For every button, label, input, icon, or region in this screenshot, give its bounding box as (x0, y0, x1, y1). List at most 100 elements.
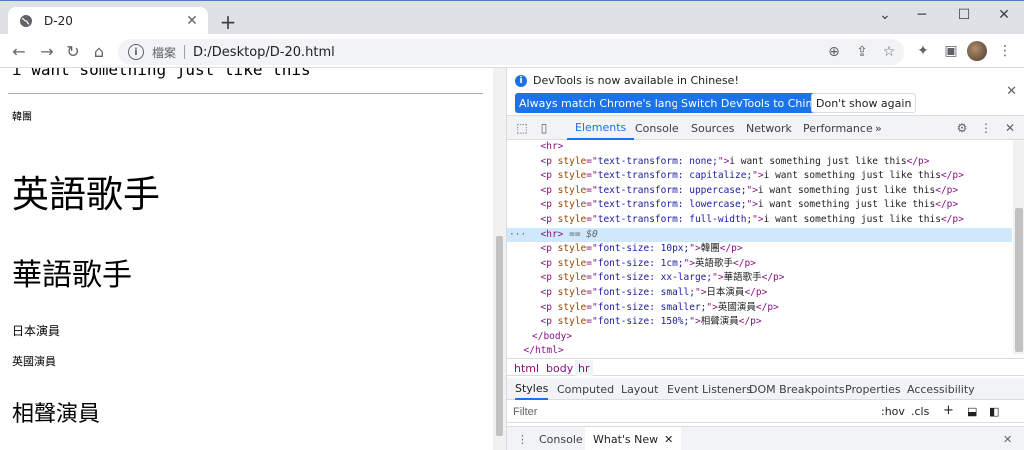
tab-computed[interactable]: Computed (557, 378, 614, 400)
sidepanel-icon[interactable]: ▣ (940, 40, 962, 62)
star-icon[interactable]: ☆ (878, 39, 900, 65)
devtools-drawer: ⋮ Console What's New ✕ ✕ (507, 426, 1024, 450)
dom-token-attr: style (557, 243, 587, 255)
kebab-icon[interactable]: ⋮ (977, 119, 995, 137)
minimize-icon[interactable]: ─ (902, 5, 942, 25)
tab-styles[interactable]: Styles (515, 378, 549, 400)
dom-node[interactable]: </body> (507, 330, 1012, 345)
dom-node[interactable]: <p style="font-size: smaller;">英國演員</p> (507, 301, 1012, 316)
breadcrumb-html[interactable]: html (511, 360, 542, 376)
infobar-message: i DevTools is now available in Chinese! (515, 74, 739, 87)
tab-elements[interactable]: Elements (567, 116, 635, 140)
more-tabs-icon[interactable]: » (875, 116, 882, 140)
back-icon[interactable]: ← (8, 40, 30, 62)
url-text[interactable]: D:/Desktop/D-20.html (193, 45, 335, 60)
gear-icon[interactable]: ⚙ (953, 119, 971, 137)
dom-node[interactable]: </html> (507, 344, 1012, 354)
dom-token-tag: <p (540, 272, 558, 284)
dom-token-tag: =" (586, 155, 598, 167)
page-line-4: 日本演員 (12, 324, 61, 338)
menu-icon[interactable]: ⋮ (994, 40, 1016, 62)
device-icon[interactable]: ▯ (535, 119, 553, 137)
divider (184, 45, 186, 59)
dom-node[interactable]: <p style="text-transform: lowercase;">i … (507, 198, 1012, 213)
tab-layout[interactable]: Layout (621, 378, 658, 400)
node-actions-icon[interactable]: ··· (509, 228, 526, 243)
dom-token-tag: "> (752, 170, 764, 182)
tab-sources[interactable]: Sources (691, 116, 735, 140)
dom-token-val: font-size: xx-large; (597, 272, 713, 284)
home-icon[interactable]: ⌂ (88, 40, 110, 62)
maximize-icon[interactable]: ☐ (944, 5, 984, 25)
tab-properties[interactable]: Properties (845, 378, 901, 400)
page-top-text: i want something just like this (12, 68, 311, 79)
window-close-icon[interactable]: ✕ (984, 5, 1024, 25)
close-icon[interactable]: ✕ (1001, 119, 1019, 137)
styles-tabbar: Styles Computed Layout Event Listeners D… (507, 378, 1024, 400)
dom-token-tag: </body> (532, 330, 573, 342)
tab-accessibility[interactable]: Accessibility (907, 378, 975, 400)
dom-token-attr: style (557, 214, 587, 225)
dom-node[interactable]: <p style="text-transform: uppercase;">i … (507, 184, 1012, 199)
drawer-tab-close-icon[interactable]: ✕ (664, 433, 673, 446)
new-tab-button[interactable]: + (218, 10, 238, 34)
dom-node[interactable]: <p style="text-transform: full-width;">i… (507, 213, 1012, 228)
info-icon[interactable]: i (128, 44, 144, 60)
share-icon[interactable]: ⇪ (851, 39, 873, 65)
dom-token-tag: =" (586, 257, 598, 269)
tab-event-listeners[interactable]: Event Listeners (667, 378, 752, 400)
reload-icon[interactable]: ↻ (62, 40, 84, 62)
extensions-icon[interactable]: ✦ (912, 40, 934, 62)
page-scrollbar-thumb[interactable] (496, 236, 503, 436)
zoom-icon[interactable]: ⊕ (823, 39, 845, 65)
paint-icon[interactable]: ⬓ (967, 405, 977, 418)
dom-token-dim: == $0 (563, 228, 598, 240)
dom-node-selected[interactable]: ··· <hr> == $0 (507, 227, 1012, 243)
dom-node[interactable]: <p style="text-transform: capitalize;">i… (507, 169, 1012, 184)
dom-token-attr: style (557, 170, 587, 182)
styles-filter-input[interactable] (513, 404, 871, 420)
forward-icon[interactable]: → (36, 40, 58, 62)
dom-token-tag: </p> (761, 272, 785, 284)
avatar[interactable] (967, 41, 987, 61)
dom-token-txt: i want something just like this (757, 199, 936, 211)
tab-performance[interactable]: Performance (803, 116, 873, 140)
tab-network[interactable]: Network (746, 116, 792, 140)
tab-console[interactable]: Console (635, 116, 679, 140)
dom-token-tag: "> (752, 214, 764, 225)
tab-dom-breakpoints[interactable]: DOM Breakpoints (749, 378, 845, 400)
dom-node[interactable]: <hr> (507, 140, 1012, 155)
tab-close-icon[interactable]: ✕ (184, 13, 200, 29)
sidebar-toggle-icon[interactable]: ◧ (989, 405, 999, 418)
breadcrumb-body[interactable]: body (543, 360, 576, 376)
page-line-5: 英國演員 (12, 355, 56, 368)
dom-token-tag: "> (717, 155, 730, 167)
dom-token-tag: =" (586, 316, 598, 328)
browser-tab[interactable]: D-20 ✕ (8, 7, 208, 35)
drawer-tab-whats-new[interactable]: What's New ✕ (585, 427, 682, 450)
dont-show-again-button[interactable]: Don't show again (811, 93, 917, 113)
hov-toggle[interactable]: :hov (881, 405, 905, 418)
dom-node[interactable]: <p style="font-size: 150%;">相聲演員</p> (507, 315, 1012, 330)
dom-node[interactable]: <p style="font-size: small;">日本演員</p> (507, 286, 1012, 301)
drawer-close-icon[interactable]: ✕ (1003, 427, 1012, 450)
cls-toggle[interactable]: .cls (911, 405, 929, 418)
dom-token-tag: "> (746, 184, 758, 196)
dom-node[interactable]: <p style="font-size: 1cm;">英語歌手</p> (507, 257, 1012, 272)
dom-scrollbar-thumb[interactable] (1015, 208, 1023, 352)
dom-node[interactable]: <p style="text-transform: none;">i want … (507, 155, 1012, 170)
infobar-close-icon[interactable]: ✕ (1006, 84, 1017, 99)
new-rule-icon[interactable]: + (943, 403, 954, 418)
breadcrumb-hr[interactable]: hr (575, 360, 593, 376)
dom-token-tag: </p> (935, 199, 959, 211)
page-content: i want something just like this 韓團 英語歌手 … (0, 68, 493, 450)
address-bar[interactable]: i 檔案 D:/Desktop/D-20.html ⊕ ⇪ ☆ (118, 39, 904, 65)
dom-token-tag: <hr> (540, 228, 564, 240)
dom-node[interactable]: <p style="font-size: 10px;">韓團</p> (507, 242, 1012, 257)
inspect-icon[interactable]: ⬚ (513, 119, 531, 137)
drawer-menu-icon[interactable]: ⋮ (517, 427, 528, 450)
dom-token-tag: =" (586, 272, 598, 284)
drawer-tab-console[interactable]: Console (531, 427, 591, 450)
chevron-down-icon[interactable]: ⌄ (865, 5, 905, 25)
dom-node[interactable]: <p style="font-size: xx-large;">華語歌手</p> (507, 271, 1012, 286)
